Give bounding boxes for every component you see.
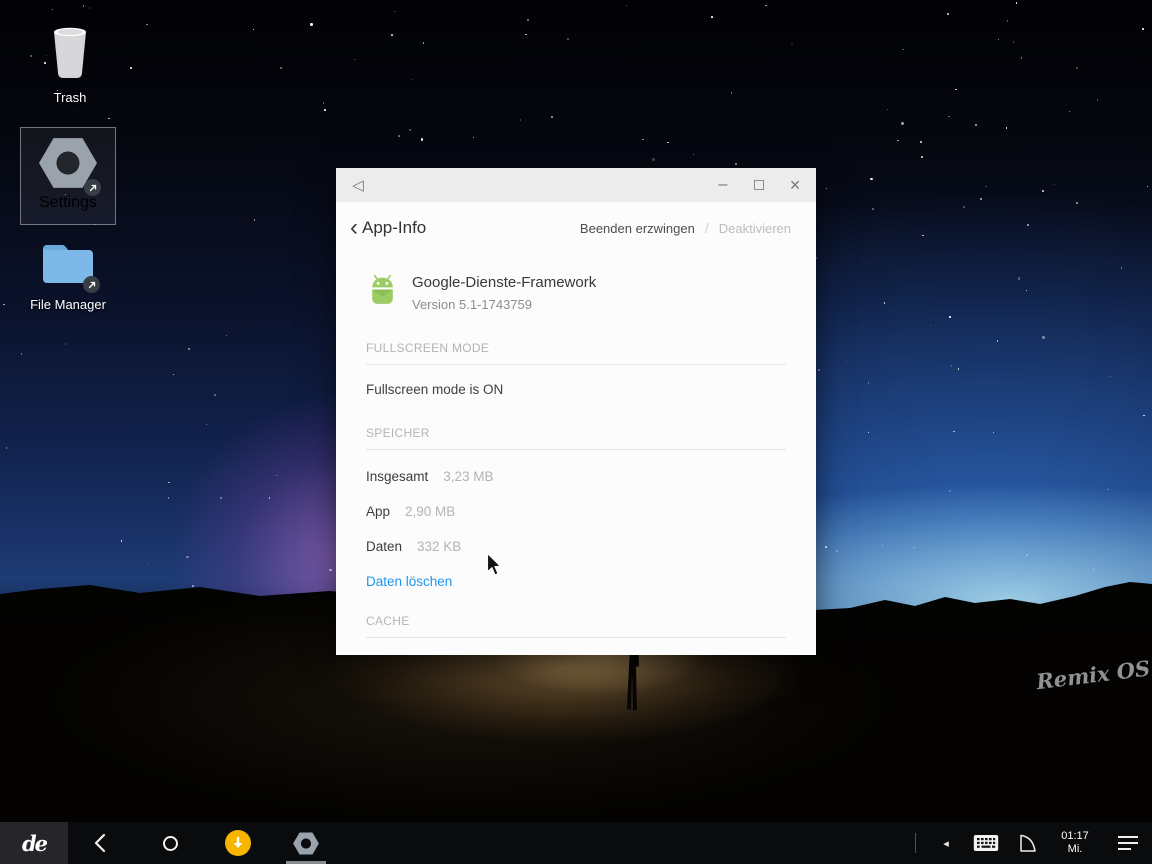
nav-home-button[interactable] (136, 822, 204, 864)
desktop-icon-trash[interactable]: Trash (24, 25, 116, 105)
taskbar-clock[interactable]: 01:17 Mi. (1046, 830, 1104, 856)
window-titlebar: ◁ – × (336, 168, 816, 202)
force-stop-button[interactable]: Beenden erzwingen (580, 221, 695, 236)
disable-button[interactable]: Deaktivieren (719, 221, 791, 236)
row-value: 332 KB (417, 539, 461, 554)
row-label: App (366, 504, 390, 519)
clear-data-link[interactable]: Daten löschen (366, 574, 786, 589)
desktop-icon-label: Settings (39, 194, 97, 212)
trash-icon (45, 25, 95, 84)
window-back-button[interactable]: ◁ (346, 176, 370, 194)
clock-day: Mi. (1046, 843, 1104, 856)
tray-collapse-button[interactable]: ◂ (926, 822, 966, 864)
fullscreen-status: Fullscreen mode is ON (366, 382, 786, 397)
shortcut-arrow-badge (84, 179, 101, 196)
tray-divider (915, 833, 916, 853)
section-title-cache: CACHE (366, 614, 786, 638)
home-icon (163, 836, 178, 851)
shortcut-arrow-badge (83, 276, 100, 293)
app-info-window: ◁ – × ‹ App-Info Beenden erzwingen / Dea… (336, 168, 816, 655)
desktop-icon-settings[interactable]: Settings (20, 127, 116, 225)
system-tray: ◂ 01:17 Mi. (905, 822, 1152, 864)
android-app-icon (366, 274, 399, 312)
row-value: 3,23 MB (443, 469, 493, 484)
menu-button[interactable] (1104, 822, 1152, 864)
back-chevron-icon[interactable]: ‹ (350, 218, 358, 238)
page-title: App-Info (362, 218, 426, 238)
back-icon (90, 831, 114, 855)
nav-back-button[interactable] (68, 822, 136, 864)
settings-nut-icon (39, 137, 97, 194)
storage-row-total: Insgesamt 3,23 MB (366, 469, 786, 484)
row-value: 2,90 MB (405, 504, 455, 519)
remix-logo-icon: de (22, 831, 46, 856)
app-info-header: ‹ App-Info Beenden erzwingen / Deaktivie… (336, 202, 816, 238)
button-separator: / (705, 220, 709, 236)
minimize-button[interactable]: – (716, 178, 730, 192)
storage-row-app: App 2,90 MB (366, 504, 786, 519)
row-label: Insgesamt (366, 469, 428, 484)
desktop-icon-label: Trash (54, 90, 87, 105)
taskbar-app-settings[interactable] (272, 822, 340, 864)
section-title-fullscreen: FULLSCREEN MODE (366, 341, 786, 365)
row-label: Daten (366, 539, 402, 554)
settings-nut-icon (293, 832, 319, 855)
notification-drawer-icon (1014, 831, 1038, 855)
maximize-icon (754, 180, 764, 190)
desktop-icon-file-manager[interactable]: File Manager (18, 240, 118, 312)
section-title-storage: SPEICHER (366, 426, 786, 450)
hamburger-icon (1118, 836, 1138, 850)
collapse-arrow-icon: ◂ (943, 837, 949, 850)
close-button[interactable]: × (788, 178, 802, 192)
storage-row-data: Daten 332 KB (366, 539, 786, 554)
taskbar: de ◂ (0, 822, 1152, 864)
app-version: Version 5.1-1743759 (412, 297, 596, 312)
remix-start-button[interactable]: de (0, 822, 68, 864)
taskbar-app-downloader[interactable] (204, 822, 272, 864)
app-identity-row: Google-Dienste-Framework Version 5.1-174… (366, 274, 786, 312)
app-name: Google-Dienste-Framework (412, 274, 596, 291)
desktop-icon-label: File Manager (30, 297, 106, 312)
maximize-button[interactable] (752, 178, 766, 192)
notification-drawer-button[interactable] (1006, 822, 1046, 864)
keyboard-button[interactable] (966, 822, 1006, 864)
folder-icon (40, 240, 96, 291)
keyboard-icon (973, 834, 999, 852)
desktop: Remix OS Trash Settings (0, 0, 1152, 864)
clock-time: 01:17 (1046, 830, 1104, 843)
download-icon (225, 830, 251, 856)
